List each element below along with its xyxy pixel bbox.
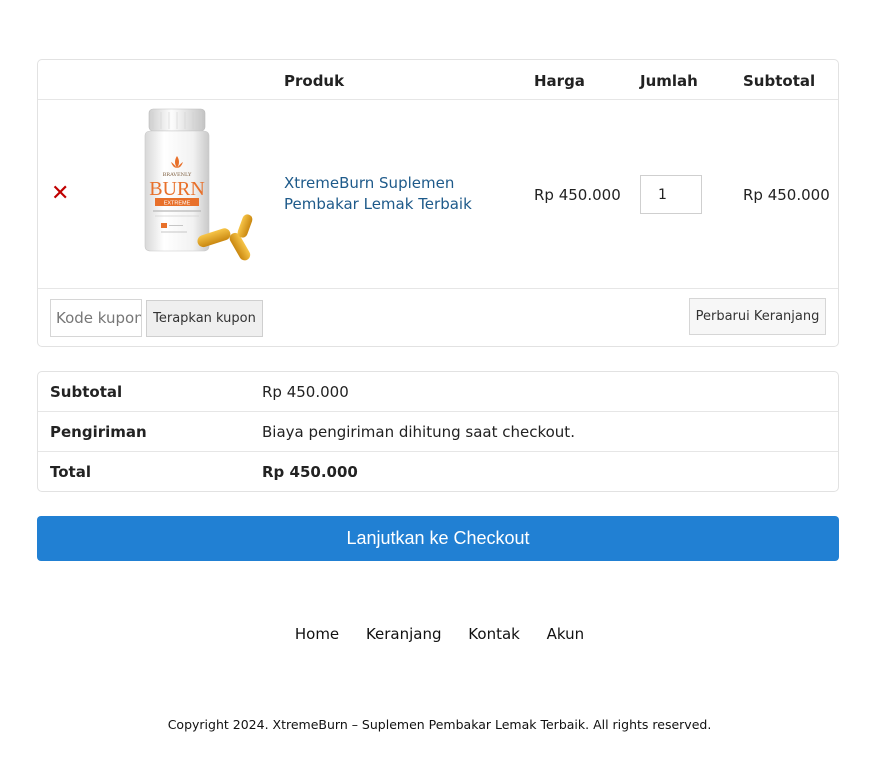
cart-item-row: ✕ BRAVENLY BURN EXTREME XtremeBurn Suple… <box>38 100 838 289</box>
apply-coupon-button[interactable]: Terapkan kupon <box>146 300 263 337</box>
shipping-label: Pengiriman <box>50 423 147 441</box>
brand-band-label: EXTREME <box>164 201 191 207</box>
subtotal-label: Subtotal <box>50 383 123 401</box>
quantity-input[interactable] <box>640 175 702 214</box>
header-quantity: Jumlah <box>640 72 698 90</box>
totals-row-subtotal: Subtotal Rp 450.000 <box>38 372 838 412</box>
header-price: Harga <box>534 72 585 90</box>
coupon-code-input[interactable] <box>50 299 142 337</box>
cart-totals-table: Subtotal Rp 450.000 Pengiriman Biaya pen… <box>37 371 839 492</box>
cart-table: Produk Harga Jumlah Subtotal ✕ BRAVENLY … <box>37 59 839 347</box>
brand-big-label: BURN <box>149 178 205 200</box>
item-subtotal: Rp 450.000 <box>743 186 830 204</box>
footer-link-cart[interactable]: Keranjang <box>366 625 442 643</box>
product-name-link[interactable]: XtremeBurn Suplemen Pembakar Lemak Terba… <box>284 173 504 215</box>
header-product: Produk <box>284 72 345 90</box>
copyright-text: Copyright 2024. XtremeBurn – Suplemen Pe… <box>167 717 712 732</box>
cart-table-header: Produk Harga Jumlah Subtotal <box>38 60 838 100</box>
cart-actions: Terapkan kupon Perbarui Keranjang <box>38 289 838 346</box>
supplement-bottle-image[interactable]: BRAVENLY BURN EXTREME <box>133 106 263 266</box>
footer-nav: Home Keranjang Kontak Akun <box>0 625 879 643</box>
remove-item-icon[interactable]: ✕ <box>51 183 69 205</box>
item-price: Rp 450.000 <box>534 186 621 204</box>
proceed-to-checkout-button[interactable]: Lanjutkan ke Checkout <box>37 516 839 561</box>
subtotal-value: Rp 450.000 <box>262 383 349 401</box>
shipping-value: Biaya pengiriman dihitung saat checkout. <box>262 423 575 441</box>
footer-link-contact[interactable]: Kontak <box>468 625 520 643</box>
update-cart-button[interactable]: Perbarui Keranjang <box>689 298 826 335</box>
footer-link-account[interactable]: Akun <box>547 625 585 643</box>
total-label: Total <box>50 463 91 481</box>
totals-row-shipping: Pengiriman Biaya pengiriman dihitung saa… <box>38 412 838 452</box>
total-value: Rp 450.000 <box>262 463 358 481</box>
totals-row-total: Total Rp 450.000 <box>38 452 838 492</box>
footer-link-home[interactable]: Home <box>295 625 339 643</box>
header-subtotal: Subtotal <box>743 72 816 90</box>
